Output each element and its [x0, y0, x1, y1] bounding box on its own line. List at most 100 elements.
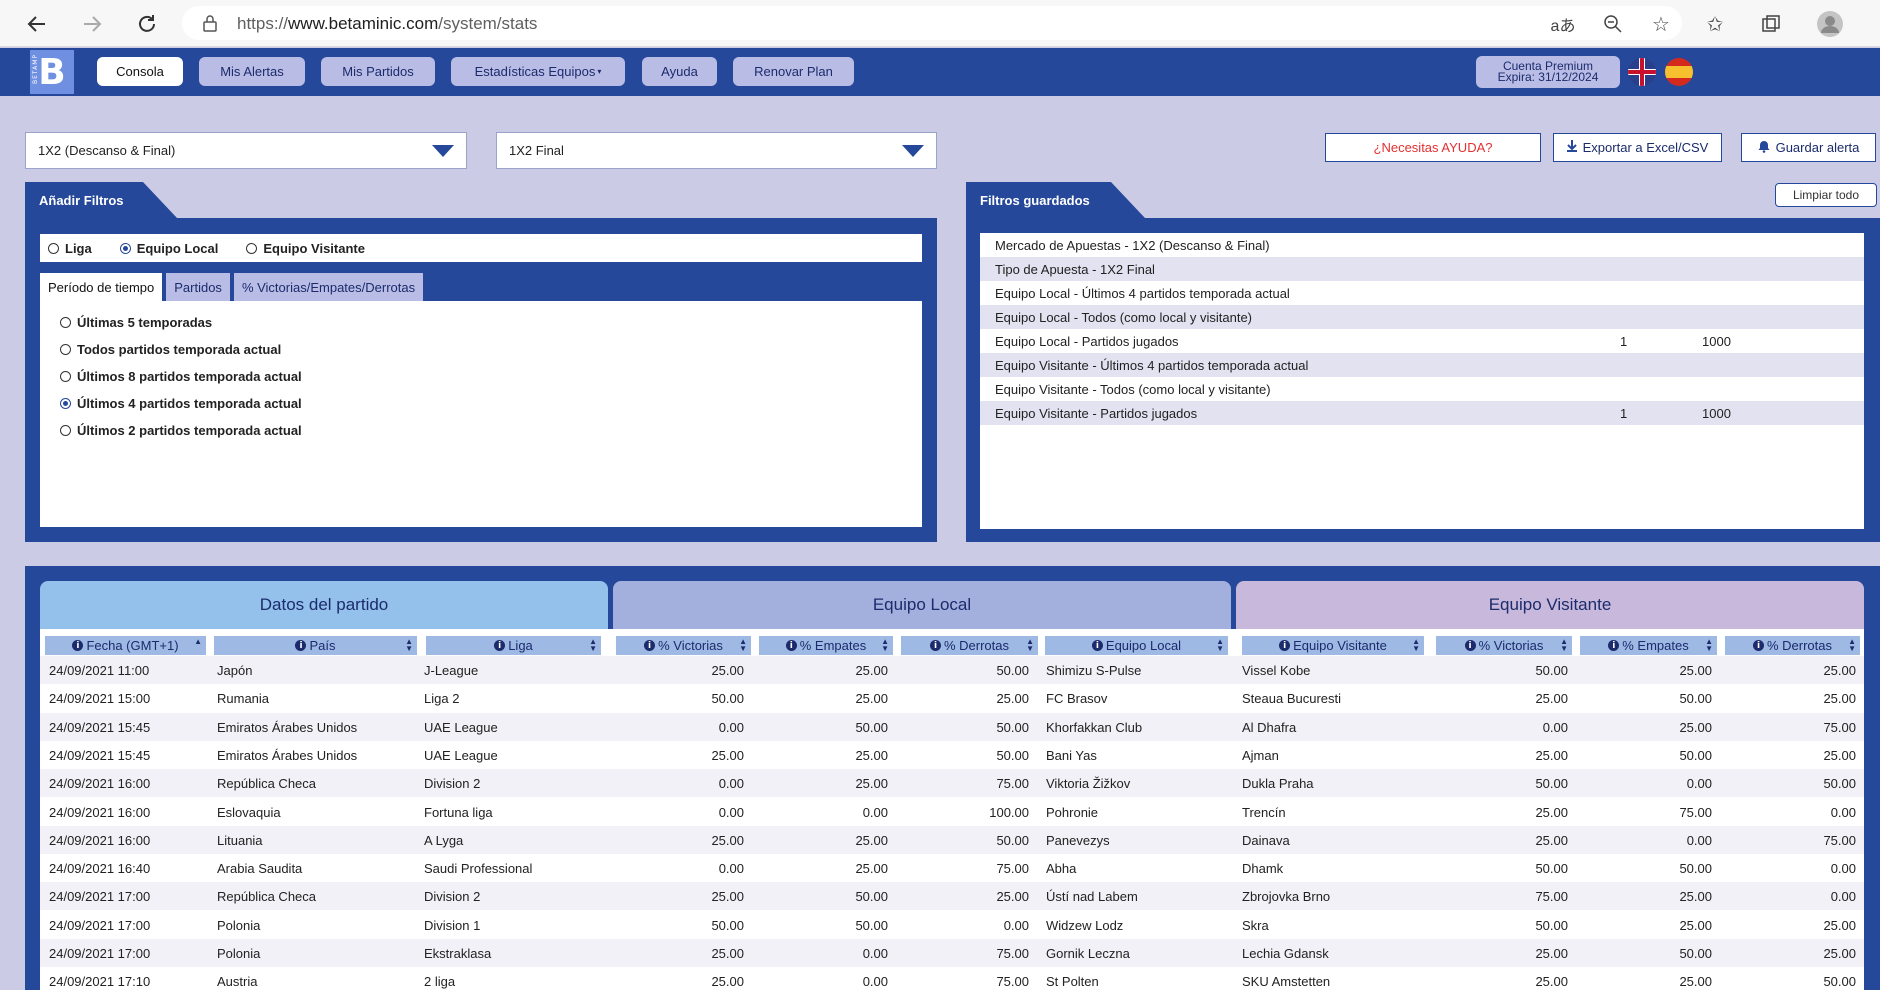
scope-equipo-visitante-radio[interactable]: Equipo Visitante — [246, 241, 365, 256]
column-header[interactable]: i% Victorias ▲ ▼ — [1436, 636, 1572, 655]
save-alert-button[interactable]: Guardar alerta — [1741, 133, 1876, 162]
back-icon[interactable] — [22, 9, 52, 39]
forward-icon[interactable] — [77, 9, 107, 39]
column-header-label: % Derrotas — [943, 638, 1010, 653]
info-icon[interactable]: i — [785, 640, 797, 651]
table-cell: 25.00 — [1535, 974, 1568, 990]
info-icon[interactable]: i — [1091, 640, 1103, 651]
column-header[interactable]: i Liga ▲ ▼ — [426, 636, 601, 655]
saved-filter-row: Mercado de Apuestas - 1X2 (Descanso & Fi… — [980, 233, 1864, 257]
period-option[interactable]: Todos partidos temporada actual — [60, 342, 281, 357]
table-row[interactable]: 24/09/2021 15:45 Emiratos Árabes Unidos UA… — [40, 712, 1864, 741]
period-option[interactable]: Últimos 8 partidos temporada actual — [60, 369, 302, 384]
info-icon[interactable]: i — [295, 640, 307, 651]
tab-victorias-empates-derrotas[interactable]: % Victorias/Empates/Derrotas — [233, 273, 424, 301]
collections-icon[interactable] — [1756, 9, 1786, 39]
nav-ayuda[interactable]: Ayuda — [642, 57, 717, 86]
address-bar[interactable]: https://www.betaminic.com/system/stats — [182, 6, 1682, 40]
table-row[interactable]: 24/09/2021 16:00 Lituania A Lyga 25.00 25.00… — [40, 825, 1864, 854]
column-header[interactable]: i Equipo Visitante ▲ ▼ — [1242, 636, 1424, 655]
table-cell: 24/09/2021 16:00 — [49, 804, 151, 820]
favorites-icon[interactable]: ✩ — [1700, 9, 1730, 39]
table-row[interactable]: 24/09/2021 15:45 Emiratos Árabes Unidos UA… — [40, 740, 1864, 769]
profile-icon[interactable] — [1815, 9, 1845, 39]
zoom-icon[interactable] — [1598, 9, 1628, 39]
column-header[interactable]: i Fecha (GMT+1) ▲ — [45, 636, 206, 655]
table-row[interactable]: 24/09/2021 17:00 Polonia Ekstraklasa 25.00 0… — [40, 939, 1864, 967]
period-option[interactable]: Últimos 2 partidos temporada actual — [60, 423, 302, 438]
nav-consola[interactable]: Consola — [97, 57, 183, 86]
table-cell: 25.00 — [855, 861, 888, 877]
nav-mis-partidos[interactable]: Mis Partidos — [321, 57, 435, 86]
table-cell: 0.00 — [1542, 719, 1568, 735]
table-cell: 24/09/2021 15:45 — [49, 719, 151, 735]
saved-filter-label: Equipo Local - Partidos jugados — [995, 333, 1179, 349]
read-aloud-icon[interactable]: aあ — [1548, 9, 1578, 39]
sort-icon[interactable]: ▲ ▼ — [881, 638, 889, 653]
help-button[interactable]: ¿Necesitas AYUDA? — [1325, 133, 1541, 162]
sort-icon[interactable]: ▲ ▼ — [1026, 638, 1034, 653]
scope-equipo-local-radio[interactable]: Equipo Local — [119, 241, 218, 256]
period-option[interactable]: Últimas 5 temporadas — [60, 315, 212, 330]
info-icon[interactable]: i — [494, 640, 506, 651]
period-option-selected[interactable]: Últimos 4 partidos temporada actual — [60, 396, 302, 411]
tab-periodo[interactable]: Período de tiempo — [40, 273, 163, 301]
sort-icon[interactable]: ▲ ▼ — [589, 638, 597, 653]
tab-partidos[interactable]: Partidos — [166, 273, 230, 301]
export-button[interactable]: Exportar a Excel/CSV — [1553, 133, 1722, 162]
reload-icon[interactable] — [132, 9, 162, 39]
table-row[interactable]: 24/09/2021 16:40 Arabia Saudita Saudi Prof… — [40, 854, 1864, 883]
column-header[interactable]: i% Empates ▲ ▼ — [759, 636, 893, 655]
table-cell: 24/09/2021 15:00 — [49, 691, 151, 707]
nav-estadisticas-equipos[interactable]: Estadísticas Equipos ▾ — [451, 57, 625, 86]
table-row[interactable]: 24/09/2021 11:00 Japón J-League 25.00 25.00 5… — [40, 656, 1864, 684]
sort-icon[interactable]: ▲ ▼ — [1412, 638, 1420, 653]
column-header[interactable]: i% Derrotas ▲ ▼ — [1725, 636, 1860, 655]
info-icon[interactable]: i — [1752, 640, 1764, 651]
bell-icon — [1758, 140, 1770, 156]
info-icon[interactable]: i — [1279, 640, 1291, 651]
radio-icon — [60, 344, 71, 355]
table-row[interactable]: 24/09/2021 17:00 Polonia Division 1 50.00 50… — [40, 910, 1864, 939]
table-cell: 2 liga — [424, 974, 456, 990]
column-header[interactable]: i% Victorias ▲ ▼ — [616, 636, 751, 655]
market-select[interactable]: 1X2 (Descanso & Final) — [25, 132, 467, 169]
info-icon[interactable]: i — [644, 640, 656, 651]
table-row[interactable]: 24/09/2021 16:00 República Checa Division … — [40, 769, 1864, 798]
column-header[interactable]: i Equipo Local ▲ ▼ — [1045, 636, 1228, 655]
scope-liga-radio[interactable]: Liga — [48, 241, 92, 256]
info-icon[interactable]: i — [929, 640, 941, 651]
sort-icon[interactable]: ▲ ▼ — [405, 638, 413, 653]
nav-renovar-plan[interactable]: Renovar Plan — [733, 57, 854, 86]
table-row[interactable]: 24/09/2021 17:00 República Checa Division … — [40, 882, 1864, 911]
table-cell: 25.00 — [1535, 946, 1568, 961]
spain-flag-icon[interactable] — [1665, 58, 1693, 86]
table-cell: 0.00 — [1686, 832, 1712, 848]
sort-icon[interactable]: ▲ ▼ — [1848, 638, 1856, 653]
table-row[interactable]: 24/09/2021 17:10 Austria 2 liga 25.00 0.00 75… — [40, 967, 1864, 990]
sort-icon[interactable]: ▲ ▼ — [1216, 638, 1224, 653]
table-cell: 50.00 — [996, 832, 1029, 848]
table-cell: 0.00 — [1830, 861, 1856, 877]
table-cell: 0.00 — [1830, 804, 1856, 820]
favorite-add-icon[interactable]: ☆ — [1646, 9, 1676, 39]
table-row[interactable]: 24/09/2021 16:00 Eslovaquia Fortuna liga 0.… — [40, 797, 1864, 826]
sort-icon[interactable]: ▲ ▼ — [1705, 638, 1713, 653]
column-header[interactable]: i País ▲ ▼ — [214, 636, 417, 655]
nav-mis-alertas[interactable]: Mis Alertas — [199, 57, 305, 86]
sort-icon[interactable]: ▲ ▼ — [739, 638, 747, 653]
info-icon[interactable]: i — [1608, 640, 1620, 651]
info-icon[interactable]: i — [72, 640, 84, 651]
info-icon[interactable]: i — [1464, 640, 1476, 651]
bet-type-select[interactable]: 1X2 Final — [496, 132, 937, 169]
table-row[interactable]: 24/09/2021 15:00 Rumania Liga 2 50.00 25.00 2… — [40, 684, 1864, 713]
saved-filter-label: Equipo Visitante - Últimos 4 partidos te… — [995, 357, 1309, 373]
column-header[interactable]: i% Derrotas ▲ ▼ — [901, 636, 1038, 655]
period-options-box: Últimas 5 temporadas Todos partidos temp… — [40, 301, 922, 527]
uk-flag-icon[interactable] — [1628, 58, 1656, 86]
sort-icon[interactable]: ▲ — [194, 638, 202, 646]
clear-all-button[interactable]: Limpiar todo — [1775, 183, 1877, 207]
betamp-logo[interactable]: BETAMP B — [30, 50, 74, 94]
column-header[interactable]: i% Empates ▲ ▼ — [1580, 636, 1717, 655]
sort-icon[interactable]: ▲ ▼ — [1560, 638, 1568, 653]
